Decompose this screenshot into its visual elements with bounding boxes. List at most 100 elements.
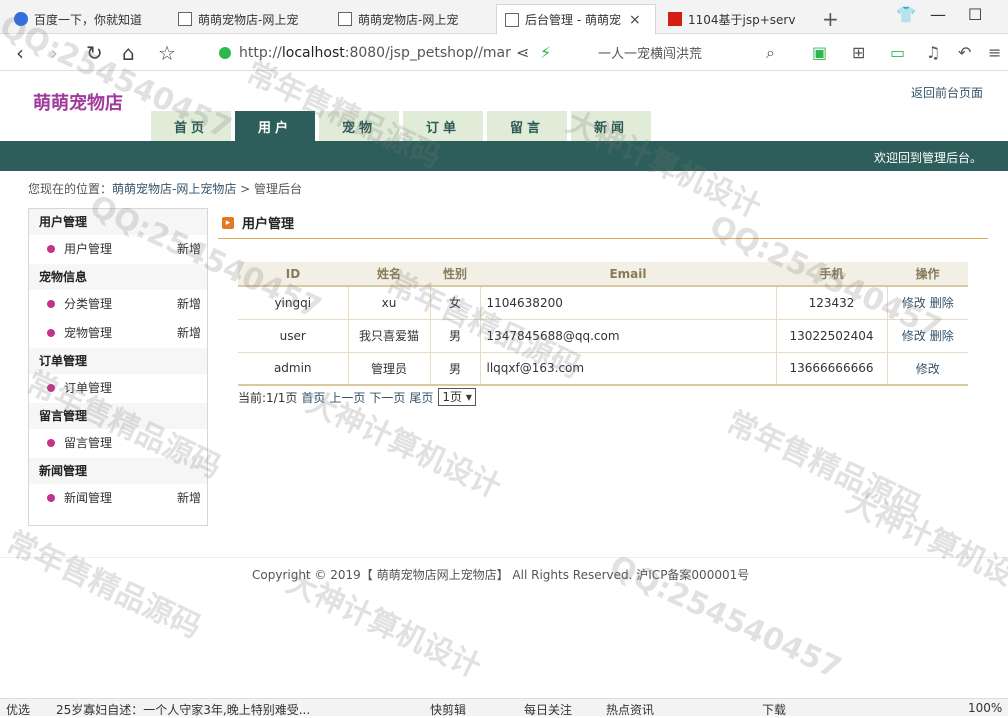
- headphone-icon[interactable]: ♫: [926, 43, 940, 62]
- address-bar: ‹ › ↻ ⌂ ☆ http://localhost:8080/jsp_pets…: [0, 34, 1008, 71]
- sidebar-item[interactable]: 用户管理 新增: [29, 235, 207, 264]
- column-header: Email: [480, 262, 776, 287]
- sidebar-add-link[interactable]: 新增: [177, 290, 201, 319]
- table-row: user 我只喜爱猫男 1347845688@qq.com 13022502404 修改…: [238, 319, 968, 353]
- sidebar-item-label[interactable]: 留言管理: [64, 436, 112, 450]
- sidebar-heading: 宠物信息: [29, 264, 207, 290]
- browser-tab[interactable]: 1104基于jsp+serv: [660, 4, 810, 34]
- table-cell-ops: 修改 删除: [887, 286, 968, 320]
- table-header: ID 姓名 性别 Email 手机 操作: [238, 262, 968, 287]
- table-cell: 我只喜爱猫: [348, 319, 431, 353]
- battery-icon[interactable]: ▭: [890, 43, 905, 62]
- menu-icon[interactable]: ≡: [988, 43, 1001, 62]
- pager-first[interactable]: 首页: [301, 389, 325, 406]
- status-meiri[interactable]: 每日关注: [524, 701, 572, 718]
- user-table: ID 姓名 性别 Email 手机 操作 yingqi xu 女 1104638200 12343…: [238, 262, 968, 386]
- back-to-front-link[interactable]: 返回前台页面: [911, 84, 983, 101]
- table-cell: llqqxf@163.com: [480, 352, 777, 386]
- table-cell: 女: [430, 286, 481, 320]
- translate-icon[interactable]: ▣: [812, 43, 827, 62]
- status-redian[interactable]: 热点资讯: [606, 701, 654, 718]
- table-cell: 13666666666: [776, 352, 888, 386]
- table-cell: 男: [430, 352, 481, 386]
- status-bar: 优选 25岁寡妇自述：一个人守家3年,晚上特别难受... 快剪辑 每日关注 热点…: [0, 698, 1008, 718]
- sidebar-add-link[interactable]: 新增: [177, 484, 201, 513]
- column-header: 性别: [430, 262, 480, 287]
- share-icon[interactable]: ⋖: [516, 43, 529, 62]
- footer-divider: [0, 557, 1008, 558]
- refresh-icon[interactable]: ↻: [86, 41, 103, 65]
- edit-link[interactable]: 修改: [902, 296, 926, 310]
- nav-item[interactable]: 宠物: [319, 111, 399, 141]
- sidebar-item[interactable]: 宠物管理 新增: [29, 319, 207, 348]
- url-prefix: http://: [239, 44, 282, 61]
- tab-title: 1104基于jsp+serv: [688, 12, 796, 27]
- tab-favicon-icon: [668, 12, 682, 26]
- sidebar-item-label[interactable]: 宠物管理: [64, 326, 112, 340]
- browser-tab[interactable]: 萌萌宠物店-网上宠: [170, 4, 320, 34]
- search-input[interactable]: 一人一宠横闯洪荒: [590, 39, 790, 66]
- star-icon[interactable]: ☆: [158, 41, 176, 65]
- delete-link[interactable]: 删除: [930, 329, 954, 343]
- sidebar-heading: 订单管理: [29, 348, 207, 374]
- search-icon[interactable]: ⌕: [766, 43, 775, 63]
- pager-last[interactable]: 尾页: [409, 389, 433, 406]
- pager-next[interactable]: 下一页: [369, 389, 405, 406]
- lightning-icon[interactable]: ⚡: [540, 43, 551, 62]
- status-preferred[interactable]: 优选: [6, 701, 30, 718]
- browser-tab[interactable]: 百度一下，你就知道: [6, 4, 156, 34]
- page-select[interactable]: 1页 ▾: [438, 388, 476, 406]
- breadcrumb-link[interactable]: 萌萌宠物店-网上宠物店: [112, 182, 236, 196]
- nav-strip: 欢迎回到管理后台。: [0, 141, 1008, 171]
- sidebar-item-label[interactable]: 新闻管理: [64, 491, 112, 505]
- pager-prev[interactable]: 上一页: [329, 389, 365, 406]
- nav-item[interactable]: 首页: [151, 111, 231, 141]
- browser-tab[interactable]: 萌萌宠物店-网上宠: [330, 4, 480, 34]
- sidebar-add-link[interactable]: 新增: [177, 235, 201, 264]
- nav-item[interactable]: 留言: [487, 111, 567, 141]
- sidebar-add-link[interactable]: 新增: [177, 319, 201, 348]
- sidebar-item[interactable]: 新闻管理 新增: [29, 484, 207, 513]
- sidebar-item[interactable]: 订单管理: [29, 374, 207, 403]
- breadcrumb: 您现在的位置：萌萌宠物店-网上宠物店 > 管理后台: [28, 180, 302, 197]
- sidebar-item[interactable]: 分类管理 新增: [29, 290, 207, 319]
- tab-title: 萌萌宠物店-网上宠: [198, 12, 299, 27]
- nav-item[interactable]: 用户: [235, 111, 315, 141]
- home-icon[interactable]: ⌂: [122, 41, 135, 65]
- status-download[interactable]: 下载: [762, 701, 786, 718]
- tab-title: 后台管理 - 萌萌宠: [525, 13, 621, 27]
- new-tab-button[interactable]: +: [822, 7, 839, 31]
- maximize-icon[interactable]: ☐: [968, 5, 982, 24]
- delete-link[interactable]: 删除: [930, 296, 954, 310]
- sidebar-item-label[interactable]: 分类管理: [64, 297, 112, 311]
- nav-item[interactable]: 新闻: [571, 111, 651, 141]
- nav-item[interactable]: 订单: [403, 111, 483, 141]
- content-title-text: 用户管理: [242, 217, 295, 232]
- minimize-icon[interactable]: —: [930, 5, 946, 24]
- sidebar-item-label[interactable]: 订单管理: [64, 381, 112, 395]
- status-zoom[interactable]: 100%: [968, 701, 1002, 715]
- status-news[interactable]: 25岁寡妇自述：一个人守家3年,晚上特别难受...: [56, 701, 310, 718]
- table-row: admin 管理员男 llqqxf@163.com 13666666666 修改: [238, 352, 968, 386]
- shirt-icon[interactable]: 👕: [896, 5, 916, 24]
- apps-icon[interactable]: ⊞: [852, 43, 865, 62]
- edit-link[interactable]: 修改: [916, 362, 940, 376]
- sidebar-item[interactable]: 留言管理: [29, 429, 207, 458]
- bullet-icon: [47, 329, 55, 337]
- forward-icon[interactable]: ›: [50, 41, 58, 65]
- browser-tabbar: 百度一下，你就知道 萌萌宠物店-网上宠 萌萌宠物店-网上宠 后台管理 - 萌萌宠 × 11…: [0, 0, 1008, 34]
- search-text: 一人一宠横闯洪荒: [598, 47, 703, 62]
- browser-tab[interactable]: 后台管理 - 萌萌宠 ×: [496, 4, 656, 34]
- sidebar-heading: 留言管理: [29, 403, 207, 429]
- status-kuaijian[interactable]: 快剪辑: [430, 701, 466, 718]
- close-icon[interactable]: ×: [629, 12, 641, 28]
- admin-sidebar: 用户管理 用户管理 新增 宠物信息 分类管理 新增 宠物管理 新增 订单管理 订单管理 留言管理 留言…: [28, 208, 208, 526]
- title-divider: [218, 238, 988, 239]
- sidebar-item-label[interactable]: 用户管理: [64, 242, 112, 256]
- edit-link[interactable]: 修改: [902, 329, 926, 343]
- url-path: :8080/jsp_petshop//mar: [344, 44, 511, 61]
- table-row: yingqi xu 女 1104638200 123432 修改 删除: [238, 286, 968, 320]
- back-icon[interactable]: ‹: [16, 41, 24, 65]
- site-logo[interactable]: 萌萌宠物店: [33, 89, 123, 115]
- undo-icon[interactable]: ↶: [958, 43, 971, 62]
